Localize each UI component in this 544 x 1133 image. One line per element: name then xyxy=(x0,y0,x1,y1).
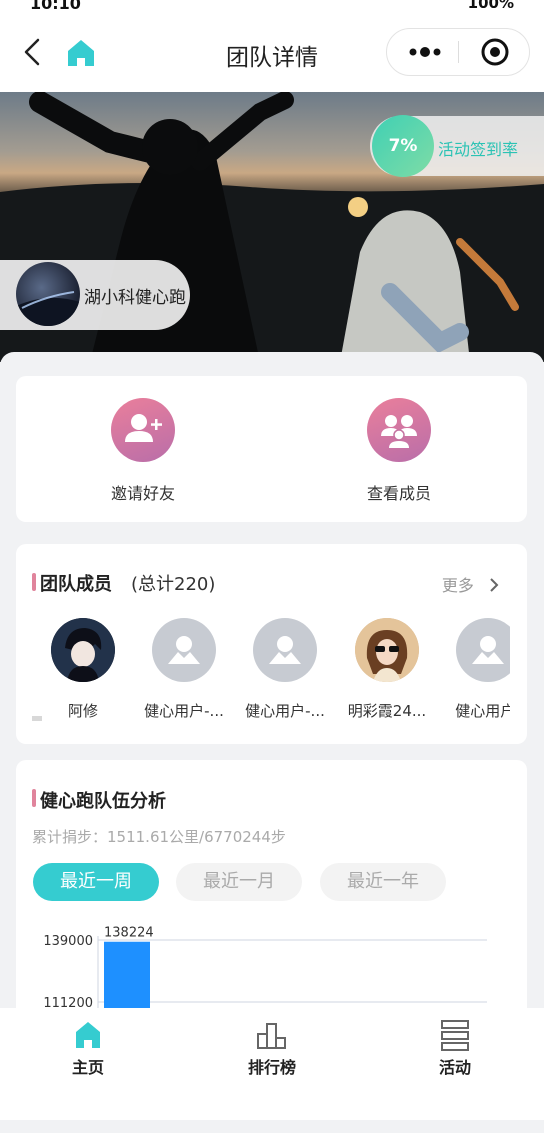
close-program-button[interactable] xyxy=(459,29,531,75)
member-item[interactable]: 健心用户-... xyxy=(235,618,335,721)
team-banner: 7% 活动签到率 湖小科健心跑 xyxy=(0,92,544,362)
more-menu-button[interactable] xyxy=(387,29,459,75)
analysis-card: 健心跑队伍分析 累计捐步：1511.61公里/6770244步 最近一周 最近一… xyxy=(16,760,527,1020)
tab-ranking-label: 排行榜 xyxy=(247,1058,296,1077)
home-indicator-area xyxy=(0,1120,544,1133)
nav-bar: 团队详情 xyxy=(0,12,544,92)
members-scroll-indicator xyxy=(32,716,42,721)
member-name: 明彩霞24... xyxy=(347,702,427,720)
section-marker xyxy=(32,789,36,807)
status-bar: 10:10 100% xyxy=(0,0,544,12)
steps-bar-chart: 139000111200138224 xyxy=(43,926,487,1020)
member-item[interactable]: 健心用户-... xyxy=(134,618,234,721)
members-more-link[interactable]: 更多 xyxy=(442,572,501,596)
segment-week[interactable]: 最近一周 xyxy=(33,863,159,901)
members-title: 团队成员 xyxy=(40,574,112,595)
tab-home-label: 主页 xyxy=(71,1058,104,1077)
battery-level: 100% xyxy=(467,0,514,12)
bar-value-label: 138224 xyxy=(104,926,154,941)
members-list: 阿修 健心用户-... 健心用户-... 明彩霞24... 健心用 xyxy=(16,618,510,728)
signin-rate-label: 活动签到率 xyxy=(438,140,519,159)
tab-activity[interactable]: 活动 xyxy=(395,1018,515,1078)
invite-friends-button[interactable]: 邀请好友 xyxy=(73,398,213,504)
view-members-button[interactable]: 查看成员 xyxy=(329,398,469,504)
view-members-label: 查看成员 xyxy=(366,484,431,503)
team-avatar xyxy=(16,262,80,326)
tab-bar: 主页 排行榜 活动 xyxy=(0,1008,544,1133)
invite-friends-label: 邀请好友 xyxy=(110,484,175,503)
member-avatar xyxy=(456,618,510,682)
segment-year[interactable]: 最近一年 xyxy=(320,863,446,901)
add-user-icon xyxy=(111,398,175,462)
member-name: 健心用户-... xyxy=(245,702,325,720)
section-marker xyxy=(32,573,36,591)
member-item[interactable]: 健心用户- xyxy=(438,618,510,721)
default-avatar-icon xyxy=(472,636,504,664)
more-label: 更多 xyxy=(441,576,474,595)
analysis-title: 健心跑队伍分析 xyxy=(40,791,166,812)
more-dots-icon xyxy=(409,47,441,57)
tab-ranking[interactable]: 排行榜 xyxy=(212,1018,332,1078)
member-avatar xyxy=(152,618,216,682)
member-name: 健心用户-... xyxy=(144,702,224,720)
members-count: (总计220) xyxy=(131,574,216,595)
team-name: 湖小科健心跑 xyxy=(84,288,186,308)
segment-month[interactable]: 最近一月 xyxy=(176,863,302,901)
default-avatar-icon xyxy=(269,636,301,664)
photo-avatar-image xyxy=(355,618,419,682)
tab-home[interactable]: 主页 xyxy=(28,1018,148,1078)
member-avatar xyxy=(355,618,419,682)
member-name: 阿修 xyxy=(67,702,98,720)
tab-activity-label: 活动 xyxy=(438,1058,471,1077)
analysis-summary: 累计捐步：1511.61公里/6770244步 xyxy=(32,828,286,846)
y-tick-label: 139000 xyxy=(43,934,93,949)
mini-program-capsule xyxy=(386,28,530,76)
member-item[interactable]: 明彩霞24... xyxy=(337,618,437,721)
actions-card: 邀请好友 查看成员 xyxy=(16,376,527,522)
default-avatar-icon xyxy=(168,636,200,664)
member-avatar xyxy=(253,618,317,682)
team-avatar-image xyxy=(16,291,80,326)
members-card: 团队成员 (总计220) 更多 阿修 健心用户-... 健心用户-... 明彩霞… xyxy=(16,544,527,744)
status-time: 10:10 xyxy=(30,0,81,12)
home-icon xyxy=(71,1018,105,1052)
list-icon xyxy=(438,1018,472,1052)
bar-chart-icon xyxy=(255,1018,289,1052)
chevron-right-icon xyxy=(490,578,499,592)
group-icon xyxy=(367,398,431,462)
member-name: 健心用户- xyxy=(455,702,510,720)
signin-rate-value: 7% xyxy=(372,115,434,177)
anime-avatar-image xyxy=(51,618,115,682)
member-item[interactable]: 阿修 xyxy=(33,618,133,721)
member-avatar xyxy=(51,618,115,682)
target-icon xyxy=(481,38,509,66)
